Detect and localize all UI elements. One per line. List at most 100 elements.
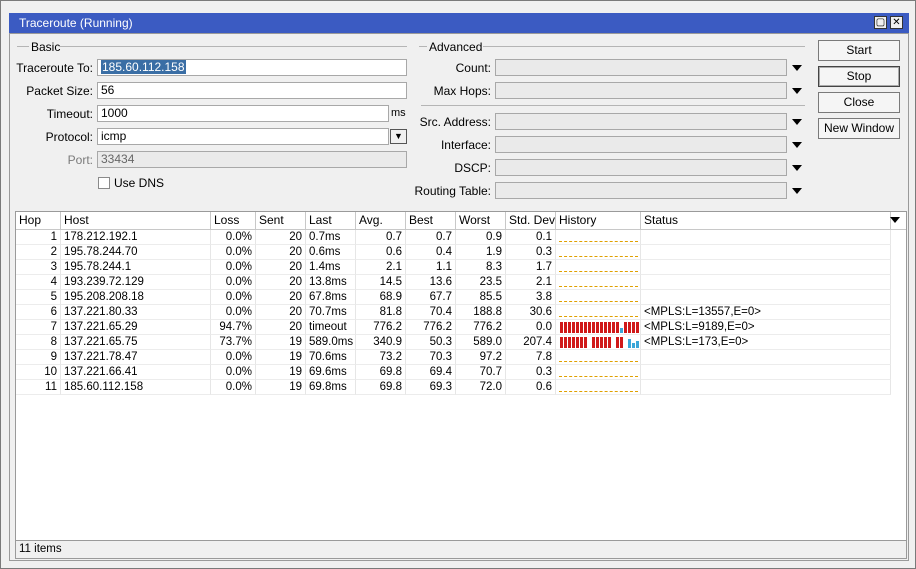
- cell-worst: 0.9: [456, 230, 506, 245]
- max-hops-input[interactable]: [495, 82, 787, 99]
- cell-hop: 11: [16, 380, 61, 395]
- cell-history: [556, 245, 641, 260]
- routing-table-input[interactable]: [495, 182, 787, 199]
- dscp-input[interactable]: [495, 159, 787, 176]
- column-header-last[interactable]: Last: [306, 212, 356, 229]
- table-row[interactable]: 8 137.221.65.75 73.7% 19 589.0ms 340.9 50.3 589…: [16, 335, 906, 350]
- timeout-unit: ms: [391, 107, 406, 119]
- cell-status: [641, 290, 891, 305]
- table-row[interactable]: 10 137.221.66.41 0.0% 19 69.6ms 69.8 69.4 70.7 0…: [16, 365, 906, 380]
- cell-sent: 20: [256, 245, 306, 260]
- use-dns-checkbox[interactable]: [98, 177, 110, 189]
- packet-size-input[interactable]: 56: [97, 82, 407, 99]
- history-graph: [556, 365, 640, 379]
- cell-last: 589.0ms: [306, 335, 356, 350]
- close-button[interactable]: Close: [818, 92, 900, 113]
- cell-loss: 0.0%: [211, 290, 256, 305]
- cell-avg: 776.2: [356, 320, 406, 335]
- close-icon: ✕: [892, 17, 901, 28]
- timeout-input[interactable]: 1000: [97, 105, 389, 122]
- cell-hop: 10: [16, 365, 61, 380]
- history-bar: [604, 337, 607, 348]
- dscp-dropdown-icon[interactable]: [792, 165, 802, 171]
- cell-std-dev: 3.8: [506, 290, 556, 305]
- cell-std-dev: 0.3: [506, 365, 556, 380]
- history-graph: [556, 260, 640, 274]
- cell-hop: 1: [16, 230, 61, 245]
- cell-sent: 20: [256, 320, 306, 335]
- cell-std-dev: 30.6: [506, 305, 556, 320]
- column-header-sent[interactable]: Sent: [256, 212, 306, 229]
- column-header-status[interactable]: Status: [641, 212, 891, 229]
- history-bar: [608, 322, 611, 333]
- traceroute-table: Hop Host Loss Sent Last Avg. Best Worst Std. Dev…: [15, 211, 907, 541]
- interface-input[interactable]: [495, 136, 787, 153]
- src-address-dropdown-icon[interactable]: [792, 119, 802, 125]
- table-row[interactable]: 1 178.212.192.1 0.0% 20 0.7ms 0.7 0.7 0.9 0.1: [16, 230, 906, 245]
- cell-history: [556, 350, 641, 365]
- cell-hop: 8: [16, 335, 61, 350]
- count-input[interactable]: [495, 59, 787, 76]
- table-row[interactable]: 7 137.221.65.29 94.7% 20 timeout 776.2 776.2 77…: [16, 320, 906, 335]
- history-bar: [600, 322, 603, 333]
- column-header-history[interactable]: History: [556, 212, 641, 229]
- table-header: Hop Host Loss Sent Last Avg. Best Worst Std. Dev…: [16, 212, 906, 230]
- port-input[interactable]: 33434: [97, 151, 407, 168]
- cell-history: [556, 320, 641, 335]
- table-row[interactable]: 3 195.78.244.1 0.0% 20 1.4ms 2.1 1.1 8.3 1.7: [16, 260, 906, 275]
- count-dropdown-icon[interactable]: [792, 65, 802, 71]
- history-line: [559, 391, 638, 392]
- column-header-hop[interactable]: Hop: [16, 212, 61, 229]
- src-address-input[interactable]: [495, 113, 787, 130]
- interface-dropdown-icon[interactable]: [792, 142, 802, 148]
- table-row[interactable]: 11 185.60.112.158 0.0% 19 69.8ms 69.8 69.3 72.0…: [16, 380, 906, 395]
- column-header-host[interactable]: Host: [61, 212, 211, 229]
- protocol-select[interactable]: icmp: [97, 128, 389, 145]
- cell-loss: 0.0%: [211, 275, 256, 290]
- advanced-group-line-left: [419, 46, 427, 47]
- table-row[interactable]: 6 137.221.80.33 0.0% 20 70.7ms 81.8 70.4 188.8 3…: [16, 305, 906, 320]
- traceroute-to-value: 185.60.112.158: [101, 60, 186, 74]
- column-header-worst[interactable]: Worst: [456, 212, 506, 229]
- title-bar[interactable]: Traceroute (Running) ▢ ✕: [9, 13, 909, 33]
- table-row[interactable]: 9 137.221.78.47 0.0% 19 70.6ms 73.2 70.3 97.2 7.…: [16, 350, 906, 365]
- max-hops-dropdown-icon[interactable]: [792, 88, 802, 94]
- cell-hop: 5: [16, 290, 61, 305]
- cell-loss: 0.0%: [211, 380, 256, 395]
- cell-status: [641, 350, 891, 365]
- history-bar: [580, 322, 583, 333]
- cell-host: 193.239.72.129: [61, 275, 211, 290]
- maximize-button[interactable]: ▢: [874, 16, 887, 29]
- cell-host: 137.221.66.41: [61, 365, 211, 380]
- cell-best: 69.3: [406, 380, 456, 395]
- column-header-best[interactable]: Best: [406, 212, 456, 229]
- start-button[interactable]: Start: [818, 40, 900, 61]
- table-row[interactable]: 4 193.239.72.129 0.0% 20 13.8ms 14.5 13.6 23.5 2…: [16, 275, 906, 290]
- routing-table-dropdown-icon[interactable]: [792, 188, 802, 194]
- protocol-dropdown-button[interactable]: ▼: [390, 129, 407, 144]
- history-line: [559, 256, 638, 257]
- cell-sent: 19: [256, 335, 306, 350]
- cell-sent: 20: [256, 290, 306, 305]
- close-window-button[interactable]: ✕: [890, 16, 903, 29]
- history-bar: [632, 343, 635, 348]
- column-header-std-dev[interactable]: Std. Dev.: [506, 212, 556, 229]
- new-window-button[interactable]: New Window: [818, 118, 900, 139]
- traceroute-to-label: Traceroute To:: [16, 61, 93, 75]
- cell-sent: 19: [256, 380, 306, 395]
- column-header-loss[interactable]: Loss: [211, 212, 256, 229]
- stop-button[interactable]: Stop: [818, 66, 900, 87]
- traceroute-to-input[interactable]: 185.60.112.158: [97, 59, 407, 76]
- table-row[interactable]: 2 195.78.244.70 0.0% 20 0.6ms 0.6 0.4 1.9 0.3: [16, 245, 906, 260]
- history-graph: [556, 290, 640, 304]
- cell-history: [556, 365, 641, 380]
- column-menu-icon[interactable]: [890, 217, 900, 223]
- cell-worst: 85.5: [456, 290, 506, 305]
- cell-avg: 0.7: [356, 230, 406, 245]
- column-header-avg[interactable]: Avg.: [356, 212, 406, 229]
- cell-status: <MPLS:L=9189,E=0>: [641, 320, 891, 335]
- table-row[interactable]: 5 195.208.208.18 0.0% 20 67.8ms 68.9 67.7 85.5 3…: [16, 290, 906, 305]
- cell-worst: 70.7: [456, 365, 506, 380]
- history-bar: [624, 322, 627, 333]
- cell-worst: 97.2: [456, 350, 506, 365]
